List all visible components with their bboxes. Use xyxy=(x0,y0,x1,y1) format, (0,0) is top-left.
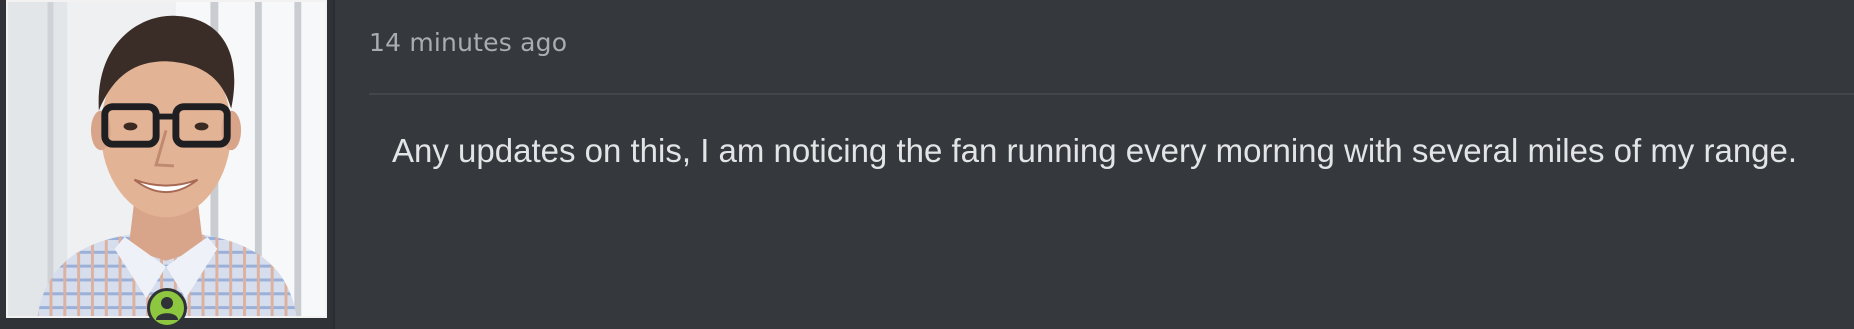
post-divider xyxy=(369,93,1854,95)
author-panel xyxy=(0,0,335,329)
online-user-icon xyxy=(156,297,178,320)
avatar-photo-icon xyxy=(8,2,325,316)
post-body-text: Any updates on this, I am noticing the f… xyxy=(392,132,1798,169)
post-content: 14 minutes ago Any updates on this, I am… xyxy=(336,0,1854,329)
online-status-badge xyxy=(147,288,187,328)
avatar[interactable] xyxy=(6,0,327,318)
forum-post: 14 minutes ago Any updates on this, I am… xyxy=(0,0,1854,329)
post-timestamp[interactable]: 14 minutes ago xyxy=(369,28,567,57)
